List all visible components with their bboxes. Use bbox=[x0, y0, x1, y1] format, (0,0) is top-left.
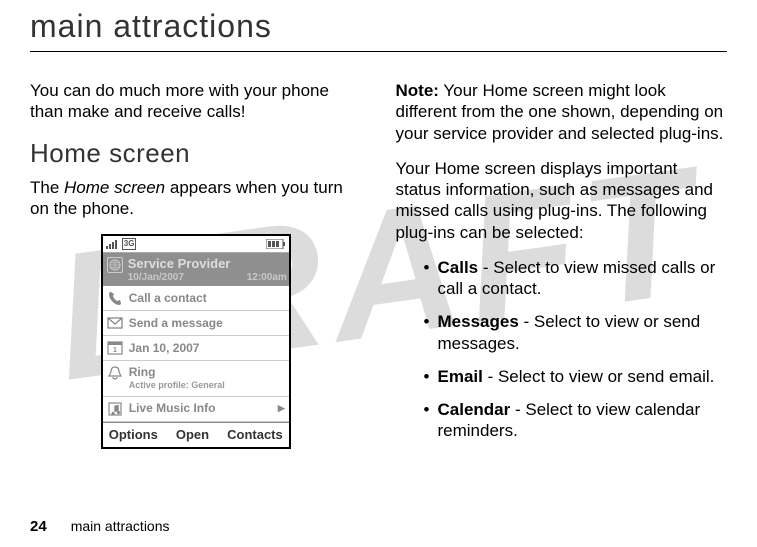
plugin-call: Call a contact bbox=[103, 286, 289, 311]
plugin-message: Send a message bbox=[103, 311, 289, 336]
plugin-calendar: 1 Jan 10, 2007 bbox=[103, 336, 289, 361]
note-label: Note: bbox=[396, 81, 439, 100]
phone-mockup: 3G Service Provider 10/Jan/2007 12:0 bbox=[101, 234, 291, 449]
plugin-calendar-label: Jan 10, 2007 bbox=[129, 341, 200, 356]
plugin-ring-text: Ring Active profile: General bbox=[129, 365, 225, 391]
plugins-intro: Your Home screen displays important stat… bbox=[396, 158, 728, 243]
status-left: 3G bbox=[106, 238, 137, 250]
bullet-calendar-label: Calendar bbox=[438, 400, 511, 419]
left-column: You can do much more with your phone tha… bbox=[30, 80, 362, 454]
softkey-left: Options bbox=[109, 427, 158, 443]
bullet-email: Email - Select to view or send email. bbox=[424, 366, 728, 387]
phone-statusbar: 3G bbox=[103, 236, 289, 253]
page-title: main attractions bbox=[30, 8, 727, 51]
svg-text:1: 1 bbox=[113, 347, 117, 354]
desc-pre: The bbox=[30, 178, 64, 197]
plugin-music-label: Live Music Info bbox=[129, 401, 216, 416]
bullet-messages: Messages - Select to view or send messag… bbox=[424, 311, 728, 354]
plugin-music: Live Music Info ▶ bbox=[103, 397, 289, 422]
phone-icon bbox=[107, 290, 123, 306]
bell-icon bbox=[107, 365, 123, 381]
page-number: 24 bbox=[30, 518, 47, 535]
chevron-right-icon: ▶ bbox=[278, 403, 285, 414]
bullet-email-label: Email bbox=[438, 367, 483, 386]
softkey-center: Open bbox=[176, 427, 209, 443]
bullet-calls-label: Calls bbox=[438, 258, 479, 277]
provider-date: 10/Jan/2007 bbox=[128, 272, 184, 285]
home-screen-heading: Home screen bbox=[30, 137, 362, 170]
status-right bbox=[266, 239, 286, 249]
intro-text: You can do much more with your phone tha… bbox=[30, 80, 362, 123]
provider-icon bbox=[107, 257, 123, 273]
desc-italic: Home screen bbox=[64, 178, 165, 197]
signal-icon bbox=[106, 239, 120, 249]
page-footer: 24 main attractions bbox=[30, 518, 170, 535]
provider-text: Service Provider 10/Jan/2007 12:00am bbox=[128, 256, 287, 285]
battery-icon bbox=[266, 239, 286, 249]
plugins-list: Calls - Select to view missed calls or c… bbox=[396, 257, 728, 442]
music-icon bbox=[107, 401, 123, 417]
bullet-calls-text: - Select to view missed calls or call a … bbox=[438, 258, 716, 298]
plugin-ring-label: Ring bbox=[129, 365, 156, 379]
softkey-right: Contacts bbox=[227, 427, 283, 443]
note-paragraph: Note: Your Home screen might look differ… bbox=[396, 80, 728, 144]
plugin-ring-sub: Active profile: General bbox=[129, 380, 225, 391]
note-text: Your Home screen might look different fr… bbox=[396, 81, 724, 143]
title-rule bbox=[30, 51, 727, 52]
phone-softkeys: Options Open Contacts bbox=[103, 422, 289, 447]
provider-row: Service Provider 10/Jan/2007 12:00am bbox=[103, 253, 289, 287]
home-screen-desc: The Home screen appears when you turn on… bbox=[30, 177, 362, 220]
page-content: main attractions You can do much more wi… bbox=[0, 0, 757, 454]
network-badge: 3G bbox=[122, 238, 137, 250]
bullet-email-text: - Select to view or send email. bbox=[483, 367, 714, 386]
bullet-calendar: Calendar - Select to view calendar remin… bbox=[424, 399, 728, 442]
provider-time: 12:00am bbox=[247, 272, 287, 285]
provider-sub: 10/Jan/2007 12:00am bbox=[128, 272, 287, 285]
right-column: Note: Your Home screen might look differ… bbox=[396, 80, 728, 454]
envelope-icon bbox=[107, 315, 123, 331]
plugin-call-label: Call a contact bbox=[129, 291, 207, 306]
footer-section: main attractions bbox=[71, 518, 170, 534]
plugin-ring: Ring Active profile: General bbox=[103, 361, 289, 396]
columns: You can do much more with your phone tha… bbox=[30, 80, 727, 454]
calendar-icon: 1 bbox=[107, 340, 123, 356]
plugin-message-label: Send a message bbox=[129, 316, 223, 331]
bullet-calls: Calls - Select to view missed calls or c… bbox=[424, 257, 728, 300]
bullet-messages-label: Messages bbox=[438, 312, 519, 331]
provider-title: Service Provider bbox=[128, 256, 287, 272]
